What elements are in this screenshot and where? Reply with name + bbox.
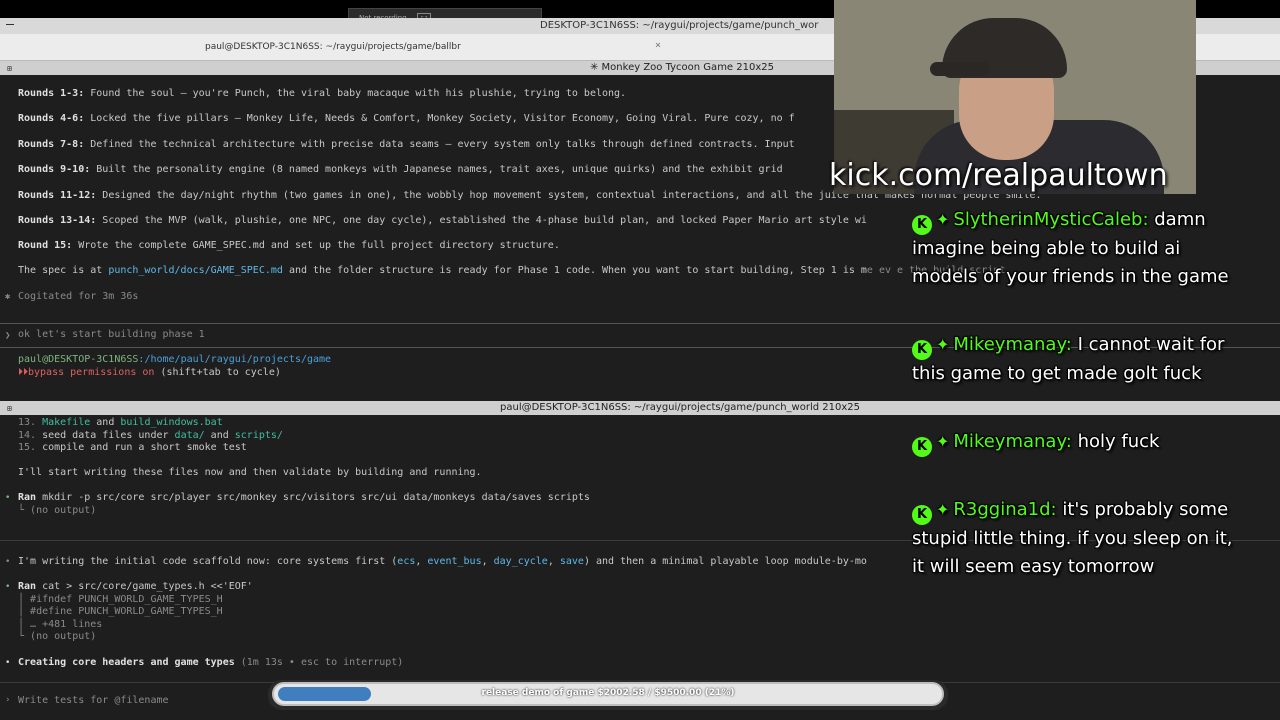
input-prompt-icon: › <box>5 695 11 705</box>
outer-window-title: DESKTOP-3C1N6SS: ~/raygui/projects/game/… <box>540 20 819 31</box>
ran-command: Ran mkdir -p src/core src/player src/mon… <box>18 492 590 503</box>
divider <box>0 323 1280 324</box>
kick-badge-icon: K <box>912 437 932 457</box>
chat-message: K ✦ R3ggina1d: it's probably some stupid l… <box>912 496 1242 581</box>
spec-line: The spec is at punch_world/docs/GAME_SPE… <box>18 265 1012 276</box>
stream-url: kick.com/realpaultown <box>829 158 1168 193</box>
minimize-icon[interactable] <box>6 24 14 25</box>
close-tab-icon[interactable]: × <box>655 40 661 51</box>
prompt-marker: ❯ <box>5 331 11 341</box>
working-status: Creating core headers and game types (1m… <box>18 657 404 668</box>
shell-prompt: paul@DESKTOP-3C1N6SS:/home/paul/raygui/p… <box>18 354 332 365</box>
cogitated-status: Cogitated for 3m 36s <box>18 291 139 302</box>
round-line: Rounds 1-3: Found the soul — you're Punc… <box>18 88 627 99</box>
sub-badge-icon: ✦ <box>936 210 950 229</box>
round-line: Round 15: Wrote the complete GAME_SPEC.m… <box>18 240 560 251</box>
spec-link[interactable]: punch_world/docs/GAME_SPEC.md <box>108 265 283 276</box>
kick-badge-icon: K <box>912 340 932 360</box>
chat-message: K ✦ Mikeymanay: holy fuck <box>912 428 1242 457</box>
pane1-title: ✳ Monkey Zoo Tycoon Game 210x25 <box>590 62 774 73</box>
sub-badge-icon: ✦ <box>936 432 950 451</box>
status-text: I'll start writing these files now and t… <box>18 467 482 478</box>
chat-username: Mikeymanay: <box>953 431 1072 452</box>
chat-message: K ✦ Mikeymanay: I cannot wait for this gam… <box>912 331 1242 388</box>
command-output: └ (no output) <box>18 631 97 642</box>
pane2-titlebar: ⊞ paul@DESKTOP-3C1N6SS: ~/raygui/project… <box>0 401 1280 415</box>
list-item: 13. Makefile and build_windows.bat <box>18 417 223 428</box>
command-output: └ (no output) <box>18 505 97 516</box>
terminal-tab-title[interactable]: paul@DESKTOP-3C1N6SS: ~/raygui/projects/… <box>205 42 461 52</box>
round-line: Rounds 7-8: Defined the technical archit… <box>18 139 795 150</box>
bypass-status: ⏵⏵bypass permissions on (shift+tab to cy… <box>18 367 281 378</box>
scaffold-text: I'm writing the initial code scaffold no… <box>18 556 867 567</box>
command-output: │ #define PUNCH_WORLD_GAME_TYPES_H <box>18 606 223 617</box>
bullet-icon: • <box>5 557 11 567</box>
ran-command: Ran cat > src/core/game_types.h <<'EOF' <box>18 581 253 592</box>
bullet-icon: • <box>5 493 11 503</box>
list-item: 15. compile and run a short smoke test <box>18 442 247 453</box>
chat-message: K ✦ SlytherinMysticCaleb: damn imagine bei… <box>912 206 1242 291</box>
round-line: Rounds 13-14: Scoped the MVP (walk, plus… <box>18 215 867 226</box>
chat-text: holy fuck <box>1077 431 1160 452</box>
sub-badge-icon: ✦ <box>936 500 950 519</box>
kick-badge-icon: K <box>912 215 932 235</box>
user-prompt: ok let's start building phase 1 <box>18 329 205 340</box>
goal-label: release demo of game $2002.58 / $9500.00… <box>481 688 735 698</box>
sub-badge-icon: ✦ <box>936 335 950 354</box>
chat-username: SlytherinMysticCaleb: <box>953 209 1149 230</box>
command-output: │ #ifndef PUNCH_WORLD_GAME_TYPES_H <box>18 594 223 605</box>
round-line: Rounds 9-10: Built the personality engin… <box>18 164 783 175</box>
bullet-icon: ✱ <box>5 292 11 302</box>
pane2-title: paul@DESKTOP-3C1N6SS: ~/raygui/projects/… <box>500 402 860 413</box>
pane-grid-icon[interactable]: ⊞ <box>7 404 12 413</box>
chat-username: R3ggina1d: <box>953 499 1057 520</box>
bypass-icon: ⏵⏵ <box>18 367 28 378</box>
bullet-icon: • <box>5 582 11 592</box>
list-item: 14. seed data files under data/ and scri… <box>18 430 283 441</box>
pane-grid-icon[interactable]: ⊞ <box>7 64 12 73</box>
chat-username: Mikeymanay: <box>953 334 1072 355</box>
command-output: │ … +481 lines <box>18 619 103 630</box>
spinner-icon: • <box>5 658 11 668</box>
round-line: Rounds 4-6: Locked the five pillars — Mo… <box>18 113 795 124</box>
kick-badge-icon: K <box>912 505 932 525</box>
donation-goal-bar: release demo of game $2002.58 / $9500.00… <box>272 682 944 706</box>
command-input[interactable]: Write tests for @filename <box>18 695 169 706</box>
